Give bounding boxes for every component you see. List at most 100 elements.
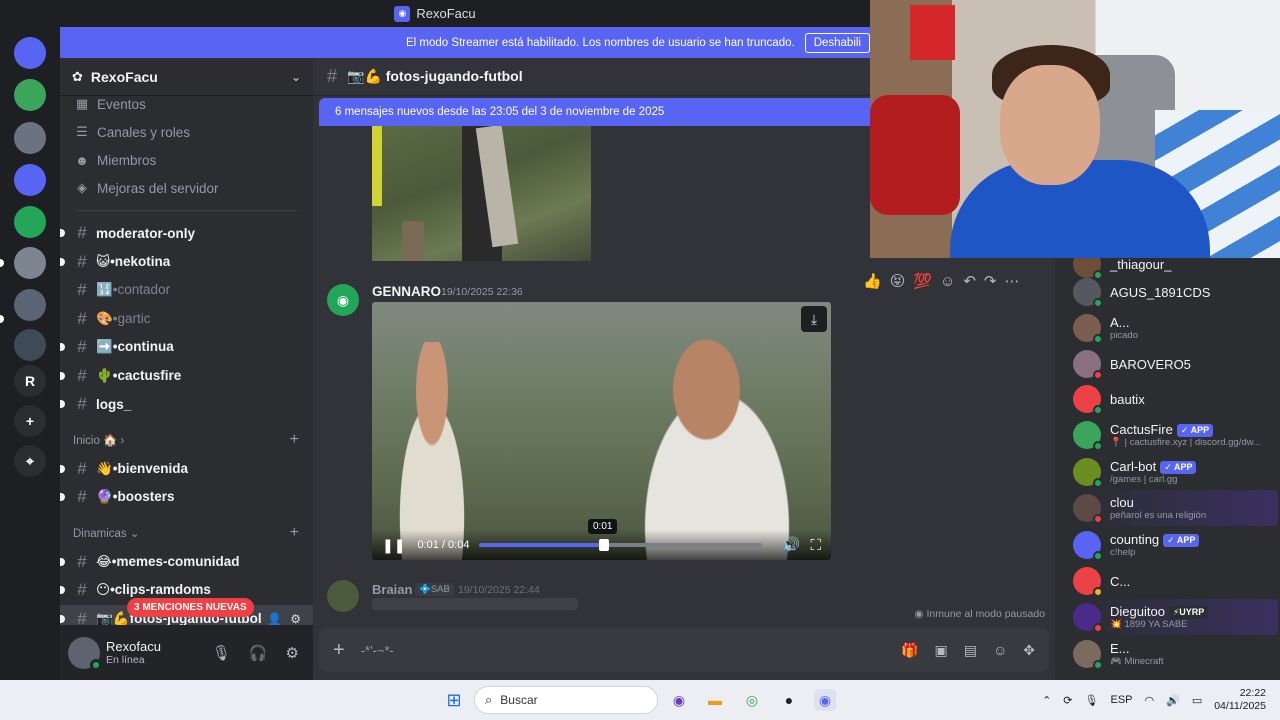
volume-icon[interactable]: 🔊 <box>1166 694 1180 707</box>
gear-icon[interactable]: ⚙ <box>290 612 301 625</box>
avatar[interactable] <box>327 580 359 612</box>
headphones-icon[interactable]: 🎧 <box>249 644 268 662</box>
server-icon[interactable]: ⌖ <box>14 445 46 477</box>
gift-icon[interactable]: 🎁 <box>901 642 918 659</box>
member-item[interactable]: Carl-bot ✓ APP/games | carl.gg <box>1073 454 1278 490</box>
volume-icon[interactable]: 🔊 <box>782 536 801 554</box>
server-icon[interactable]: + <box>14 405 46 437</box>
channel-item[interactable]: # 😂•memes-comunidad <box>60 548 313 577</box>
channel-item[interactable]: # 👋•bienvenida <box>60 455 313 484</box>
member-item[interactable]: BAROVERO5 <box>1073 346 1278 382</box>
search-box[interactable]: ⌕ Buscar <box>474 686 658 714</box>
avatar[interactable] <box>1073 350 1103 380</box>
guild-menu-item[interactable]: ◈ Mejoras del servidor <box>60 174 313 202</box>
microphone-icon[interactable]: 🎙 <box>212 644 231 662</box>
discord-icon[interactable]: ◉ <box>814 689 836 711</box>
attachment-image[interactable] <box>372 126 591 261</box>
clock[interactable]: 22:22 04/11/2025 <box>1214 687 1266 713</box>
channel-item[interactable]: # 🔮•boosters <box>60 483 313 512</box>
message-composer[interactable]: + -*'-~*- 🎁 ▣ ▤ ☺ ✥ <box>319 628 1049 672</box>
add-channel-icon[interactable]: + <box>290 524 299 542</box>
hundred-emoji-icon[interactable]: 💯 <box>913 272 932 290</box>
new-mentions-badge[interactable]: 3 MENCIONES NUEVAS <box>127 598 254 617</box>
member-item[interactable]: clou peñarol es una religión <box>1073 490 1278 526</box>
guild-menu-item[interactable]: ☻ Miembros <box>60 146 313 174</box>
emoji-icon[interactable]: ☺ <box>993 642 1007 659</box>
disable-streamer-button[interactable]: Deshabili <box>804 32 870 53</box>
avatar[interactable] <box>68 636 102 671</box>
apps-icon[interactable]: ✥ <box>1023 642 1035 659</box>
server-icon[interactable] <box>14 122 46 154</box>
guild-menu-item[interactable]: ☰ Canales y roles <box>60 118 313 146</box>
reply-icon[interactable]: ↶ <box>963 272 976 290</box>
windows-start-icon[interactable]: ⊞ <box>443 689 465 711</box>
download-icon[interactable]: ⤓ <box>801 306 827 332</box>
message-author[interactable]: GENNARO <box>372 284 441 299</box>
tongue-emoji-icon[interactable]: 😝 <box>890 272 906 290</box>
add-member-icon[interactable]: 👤 <box>267 612 282 625</box>
pause-icon[interactable]: ❚❚ <box>382 537 405 554</box>
member-item[interactable]: C... <box>1073 563 1278 599</box>
channel-item[interactable]: # logs_ <box>60 390 313 419</box>
avatar[interactable] <box>1073 531 1103 561</box>
forward-icon[interactable]: ↷ <box>984 272 997 290</box>
discord-avatar-icon[interactable]: ◉ <box>327 284 359 316</box>
avatar[interactable] <box>1073 458 1103 488</box>
channel-item[interactable]: # 🔢•contador <box>60 276 313 305</box>
chevron-up-icon[interactable]: ⌃ <box>1042 694 1051 707</box>
new-messages-bar[interactable]: 6 mensajes nuevos desde las 23:05 del 3 … <box>319 98 879 126</box>
member-item[interactable]: AGUS_1891CDS <box>1073 274 1278 310</box>
avatar[interactable] <box>1073 494 1103 524</box>
video-progress-bar[interactable] <box>479 539 762 551</box>
server-icon[interactable] <box>14 247 46 279</box>
add-attachment-icon[interactable]: + <box>333 639 345 662</box>
app-icon[interactable]: ● <box>778 689 800 711</box>
avatar[interactable] <box>1073 385 1103 415</box>
member-item[interactable]: E... 🎮 Minecraft <box>1073 636 1278 672</box>
member-item[interactable]: Dieguitoo ⚡UYRP 💥 1899 YA SABE <box>1073 599 1278 635</box>
thumbs-up-icon[interactable]: 👍 <box>863 272 882 290</box>
channel-item[interactable]: # ➡️•continua <box>60 333 313 362</box>
add-channel-icon[interactable]: + <box>290 431 299 449</box>
message-author[interactable]: Braian <box>372 582 412 597</box>
server-icon[interactable] <box>14 289 46 321</box>
file-explorer-icon[interactable]: ▬ <box>704 689 726 711</box>
video-scrubber[interactable] <box>598 539 609 551</box>
microphone-icon[interactable]: 🎙 <box>1085 694 1099 707</box>
chrome-icon[interactable]: ◎ <box>741 689 763 711</box>
gif-icon[interactable]: ▣ <box>935 642 948 659</box>
sync-icon[interactable]: ⟳ <box>1063 694 1072 707</box>
channel-item[interactable]: # 🎨•gartic <box>60 305 313 334</box>
wifi-icon[interactable]: ◠ <box>1145 694 1155 707</box>
category-dinamicas[interactable]: Dinamicas ⌄ + <box>60 518 313 548</box>
avatar[interactable] <box>1073 421 1103 451</box>
channel-item[interactable]: # 😺•nekotina <box>60 248 313 277</box>
member-item[interactable]: A... picado <box>1073 310 1278 346</box>
avatar[interactable] <box>1073 567 1103 597</box>
avatar[interactable] <box>1073 314 1103 344</box>
more-icon[interactable]: ⋯ <box>1005 272 1020 290</box>
fullscreen-icon[interactable]: ⛶ <box>810 537 821 554</box>
guild-menu-item[interactable]: ▦ Eventos <box>60 90 313 118</box>
server-icon[interactable] <box>14 79 46 111</box>
server-icon[interactable]: R <box>14 365 46 397</box>
sticker-icon[interactable]: ▤ <box>964 642 977 659</box>
app-icon[interactable]: ◉ <box>668 689 690 711</box>
server-icon[interactable] <box>14 206 46 238</box>
server-icon[interactable] <box>14 329 46 361</box>
add-reaction-icon[interactable]: ☺ <box>940 273 955 290</box>
category-inicio[interactable]: Inicio 🏠 › + <box>60 425 313 455</box>
gear-icon[interactable]: ⚙ <box>286 644 299 662</box>
channel-item[interactable]: # moderator-only <box>60 219 313 248</box>
member-item[interactable]: CactusFire ✓ APP 📍 | cactusfire.xyz | disc… <box>1073 417 1278 453</box>
member-item[interactable]: counting ✓ APP c!help <box>1073 527 1278 563</box>
avatar[interactable] <box>1073 278 1103 308</box>
channel-item[interactable]: # 🌵•cactusfire <box>60 362 313 391</box>
battery-icon[interactable]: ▭ <box>1192 694 1202 707</box>
server-icon[interactable] <box>14 37 46 69</box>
member-item[interactable]: bautix <box>1073 381 1278 417</box>
avatar[interactable] <box>1073 603 1103 633</box>
avatar[interactable] <box>1073 640 1103 670</box>
server-icon[interactable] <box>14 164 46 196</box>
language-indicator[interactable]: ESP <box>1110 694 1132 706</box>
